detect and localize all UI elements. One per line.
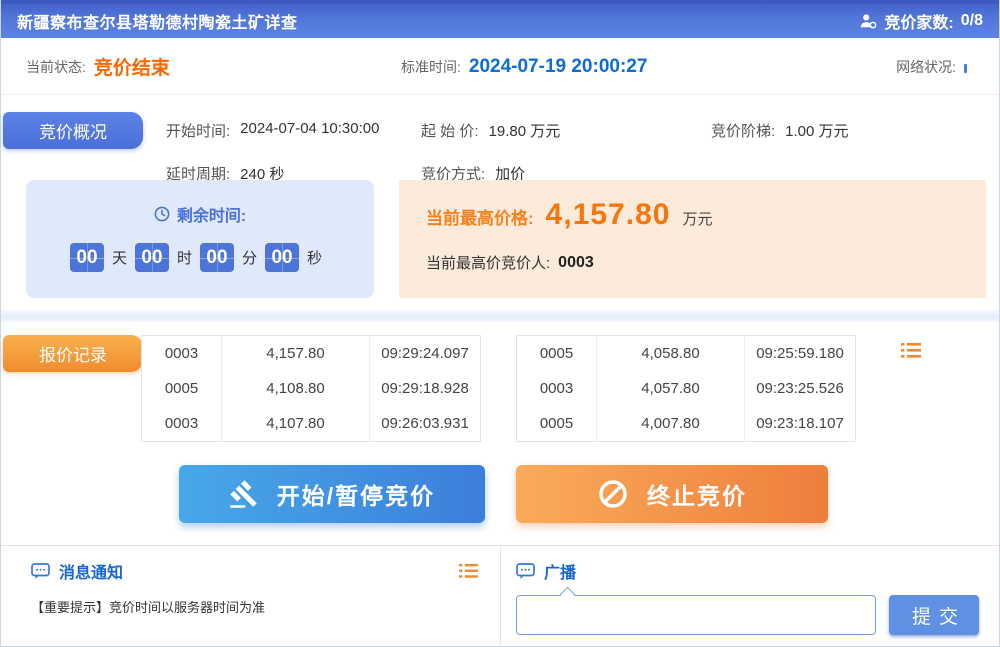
highest-bidder-value: 0003: [558, 254, 594, 272]
message-list-icon[interactable]: [459, 563, 478, 579]
broadcast-input[interactable]: [516, 595, 876, 635]
bid-records-section-label: 报价记录: [3, 335, 143, 372]
cell-bidder: 0005: [517, 406, 597, 441]
cell-time: 09:25:59.180: [745, 336, 855, 371]
cell-price: 4,108.80: [222, 371, 370, 406]
terminate-bidding-button[interactable]: 终止竞价: [516, 465, 828, 523]
unit-day: 天: [112, 247, 127, 268]
prohibition-icon: [597, 478, 629, 510]
section-divider: [1, 310, 999, 322]
submit-button[interactable]: 提交: [889, 595, 979, 635]
bidder-count-group: 竞价家数: 0/8: [859, 9, 983, 33]
time-label: 标准时间:: [401, 57, 461, 77]
cell-time: 09:23:18.107: [745, 406, 855, 441]
time-value: 2024-07-19 20:00:27: [469, 56, 648, 78]
overview-section: 竞价概况 开始时间: 2024-07-04 10:30:00 起 始 价: 19…: [1, 95, 999, 310]
start-pause-bidding-button[interactable]: 开始/暂停竞价: [179, 465, 485, 523]
countdown-label: 剩余时间:: [177, 202, 246, 226]
network-label: 网络状况:: [896, 57, 956, 77]
field-start-time: 开始时间: 2024-07-04 10:30:00: [166, 120, 421, 141]
unit-hour: 时: [177, 247, 192, 268]
bidders-value: 0/8: [961, 12, 983, 30]
bidders-icon: [859, 12, 877, 30]
auction-page: 新疆察布查尔县塔勒德村陶瓷土矿详查 竞价家数: 0/8 当前状态: 竞价结束 标…: [0, 0, 1000, 647]
cell-price: 4,058.80: [597, 336, 745, 371]
gavel-icon: [229, 479, 259, 509]
table-row: 0003 4,057.80 09:23:25.526: [517, 371, 855, 406]
state-label: 当前状态:: [26, 57, 86, 77]
cell-bidder: 0003: [517, 371, 597, 406]
table-row: 0003 4,107.80 09:26:03.931: [142, 406, 480, 441]
field-label: 开始时间:: [166, 120, 230, 141]
cell-bidder: 0003: [142, 336, 222, 371]
field-label: 竞价阶梯:: [711, 120, 775, 141]
status-bar: 当前状态: 竞价结束 标准时间: 2024-07-19 20:00:27 网络状…: [1, 38, 999, 95]
table-row: 0005 4,007.80 09:23:18.107: [517, 406, 855, 441]
unit-second: 秒: [307, 247, 322, 268]
clock-icon: [154, 206, 170, 222]
cell-price: 4,007.80: [597, 406, 745, 441]
page-title: 新疆察布查尔县塔勒德村陶瓷土矿详查: [17, 9, 298, 33]
bidders-label: 竞价家数:: [884, 9, 953, 33]
table-row: 0003 4,157.80 09:29:24.097: [142, 336, 480, 371]
cell-time: 09:29:24.097: [370, 336, 480, 371]
cell-time: 09:26:03.931: [370, 406, 480, 441]
cell-bidder: 0003: [142, 406, 222, 441]
message-bubble-icon: [31, 563, 50, 580]
message-panel-title: 消息通知: [59, 559, 123, 583]
message-panel: 消息通知 【重要提示】竞价时间以服务器时间为准: [1, 546, 501, 647]
table-row: 0005 4,058.80 09:25:59.180: [517, 336, 855, 371]
highest-bidder-label: 当前最高价竞价人:: [426, 252, 550, 273]
cell-time: 09:23:25.526: [745, 371, 855, 406]
current-state-group: 当前状态: 竞价结束: [26, 38, 170, 95]
broadcast-bubble-icon: [516, 563, 535, 580]
cell-bidder: 0005: [517, 336, 597, 371]
important-notice: 【重要提示】竞价时间以服务器时间为准: [31, 597, 500, 616]
standard-time-group: 标准时间: 2024-07-19 20:00:27: [401, 38, 647, 95]
countdown-days: 00: [70, 243, 104, 272]
network-signal-icon: [964, 64, 967, 73]
highest-price-unit: 万元: [682, 208, 712, 229]
bid-records-section: 报价记录 0003 4,157.80 09:29:24.097 0005 4,1…: [1, 322, 999, 455]
countdown-digits: 00 天 00 时 00 分 00 秒: [26, 243, 374, 272]
cell-price: 4,057.80: [597, 371, 745, 406]
unit-minute: 分: [242, 247, 257, 268]
bid-table-left: 0003 4,157.80 09:29:24.097 0005 4,108.80…: [141, 335, 481, 442]
terminate-label: 终止竞价: [647, 477, 747, 511]
bid-table-right: 0005 4,058.80 09:25:59.180 0003 4,057.80…: [516, 335, 856, 442]
bottom-panels: 消息通知 【重要提示】竞价时间以服务器时间为准: [1, 545, 999, 647]
cell-bidder: 0005: [142, 371, 222, 406]
table-row: 0005 4,108.80 09:29:18.928: [142, 371, 480, 406]
highest-bidder-line: 当前最高价竞价人: 0003: [426, 252, 594, 273]
field-bid-step: 竞价阶梯: 1.00 万元: [711, 120, 849, 141]
cell-price: 4,157.80: [222, 336, 370, 371]
broadcast-panel: 广播 提交: [501, 546, 999, 647]
network-status-group: 网络状况:: [896, 38, 967, 95]
countdown-hours: 00: [135, 243, 169, 272]
state-value: 竞价结束: [94, 53, 170, 80]
highest-price-panel: 当前最高价格: 4,157.80 万元 当前最高价竞价人: 0003: [399, 180, 986, 298]
countdown-title: 剩余时间:: [26, 202, 374, 226]
start-pause-label: 开始/暂停竞价: [277, 477, 435, 511]
title-bar: 新疆察布查尔县塔勒德村陶瓷土矿详查 竞价家数: 0/8: [1, 0, 999, 38]
actions-row: 开始/暂停竞价 终止竞价: [1, 455, 999, 545]
countdown-minutes: 00: [200, 243, 234, 272]
highest-price-label: 当前最高价格:: [426, 204, 534, 229]
overview-section-label: 竞价概况: [3, 112, 143, 149]
cell-price: 4,107.80: [222, 406, 370, 441]
countdown-panel: 剩余时间: 00 天 00 时 00 分 00 秒: [26, 180, 374, 298]
field-value: 19.80 万元: [489, 120, 561, 141]
cell-time: 09:29:18.928: [370, 371, 480, 406]
field-label: 起 始 价:: [421, 120, 479, 141]
highest-price-line: 当前最高价格: 4,157.80 万元: [426, 198, 712, 232]
broadcast-panel-title: 广播: [544, 559, 576, 583]
field-value: 1.00 万元: [785, 120, 848, 141]
bid-records-list-icon[interactable]: [901, 342, 921, 359]
countdown-seconds: 00: [265, 243, 299, 272]
field-start-price: 起 始 价: 19.80 万元: [421, 120, 711, 141]
field-value: 2024-07-04 10:30:00: [240, 120, 379, 141]
highest-price-value: 4,157.80: [546, 198, 671, 232]
